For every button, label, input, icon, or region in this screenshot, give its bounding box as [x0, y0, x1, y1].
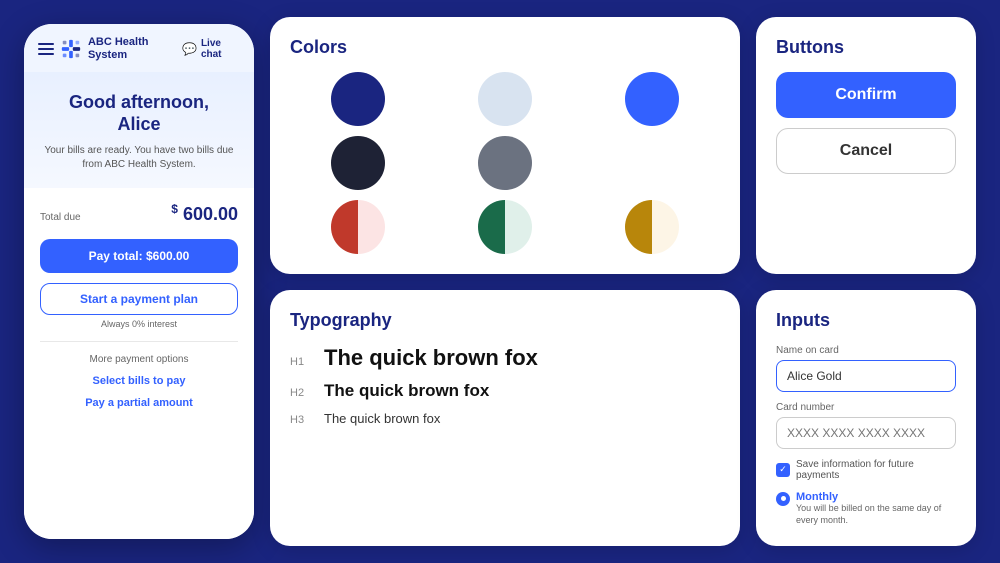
color-swatch-gray [478, 136, 532, 190]
name-input[interactable] [776, 360, 956, 392]
right-area: Colors [270, 17, 976, 546]
dollar-sign: $ [171, 202, 178, 216]
h3-text: The quick brown fox [324, 411, 440, 426]
card-label: Card number [776, 402, 956, 413]
divider [40, 341, 238, 342]
color-swatch-darkgray [331, 136, 385, 190]
h2-label: H2 [290, 387, 310, 399]
brand-name: ABC Health System [88, 36, 182, 62]
total-label: Total due [40, 212, 81, 223]
monthly-desc: You will be billed on the same day of ev… [796, 503, 956, 526]
buttons-panel: Buttons Confirm Cancel [756, 17, 976, 274]
mobile-mockup: ABC Health System 💬 Live chat Good after… [24, 24, 254, 539]
colors-panel: Colors [270, 17, 740, 274]
h1-text: The quick brown fox [324, 345, 538, 371]
mobile-body: Total due $ 600.00 Pay total: $600.00 St… [24, 188, 254, 539]
cancel-button[interactable]: Cancel [776, 128, 956, 174]
typo-title: Typography [290, 310, 720, 331]
inputs-title: Inputs [776, 310, 956, 331]
live-chat-label: Live chat [201, 38, 240, 60]
mobile-hero: Good afternoon,Alice Your bills are read… [24, 72, 254, 187]
color-grid [290, 72, 720, 254]
subtitle-text: Your bills are ready. You have two bills… [40, 144, 238, 172]
monthly-radio[interactable] [776, 492, 790, 506]
h1-label: H1 [290, 356, 310, 368]
pay-partial-link[interactable]: Pay a partial amount [40, 397, 238, 409]
logo-icon [60, 37, 82, 61]
color-swatch-navy [331, 72, 385, 126]
name-label: Name on card [776, 345, 956, 356]
h2-text: The quick brown fox [324, 381, 489, 401]
bottom-panels: Typography H1 The quick brown fox H2 The… [270, 290, 976, 546]
amount-value: 600.00 [183, 204, 238, 224]
typo-h3-row: H3 The quick brown fox [290, 411, 720, 426]
mobile-header: ABC Health System 💬 Live chat [24, 24, 254, 72]
color-swatch-blue [625, 72, 679, 126]
monthly-title: Monthly [796, 491, 956, 503]
colors-title: Colors [290, 37, 720, 58]
select-bills-link[interactable]: Select bills to pay [40, 375, 238, 387]
spacer [625, 136, 679, 190]
h3-label: H3 [290, 414, 310, 426]
color-swatch-red-half [331, 200, 385, 254]
typo-h1-row: H1 The quick brown fox [290, 345, 720, 371]
save-label: Save information for future payments [796, 459, 956, 481]
typo-h2-row: H2 The quick brown fox [290, 381, 720, 401]
save-info-row: ✓ Save information for future payments [776, 459, 956, 481]
buttons-title: Buttons [776, 37, 956, 58]
typography-panel: Typography H1 The quick brown fox H2 The… [270, 290, 740, 546]
total-row: Total due $ 600.00 [40, 202, 238, 229]
monthly-radio-row: Monthly You will be billed on the same d… [776, 491, 956, 526]
top-panels: Colors [270, 17, 976, 274]
inputs-panel: Inputs Name on card Card number ✓ Save i… [756, 290, 976, 546]
header-left: ABC Health System [38, 36, 182, 62]
confirm-button[interactable]: Confirm [776, 72, 956, 118]
payment-plan-button[interactable]: Start a payment plan [40, 283, 238, 315]
pay-total-button[interactable]: Pay total: $600.00 [40, 239, 238, 273]
monthly-text-block: Monthly You will be billed on the same d… [796, 491, 956, 526]
chat-icon: 💬 [182, 42, 197, 56]
color-swatch-lightblue [478, 72, 532, 126]
color-swatch-gold-half [625, 200, 679, 254]
color-swatch-green-half [478, 200, 532, 254]
save-checkbox[interactable]: ✓ [776, 463, 790, 477]
card-number-input[interactable] [776, 417, 956, 449]
payment-plan-sublabel: Always 0% interest [40, 319, 238, 329]
live-chat-button[interactable]: 💬 Live chat [182, 38, 240, 60]
total-amount: $ 600.00 [171, 202, 238, 225]
hamburger-icon[interactable] [38, 43, 54, 55]
more-options-label: More payment options [40, 354, 238, 365]
greeting-text: Good afternoon,Alice [40, 92, 238, 135]
